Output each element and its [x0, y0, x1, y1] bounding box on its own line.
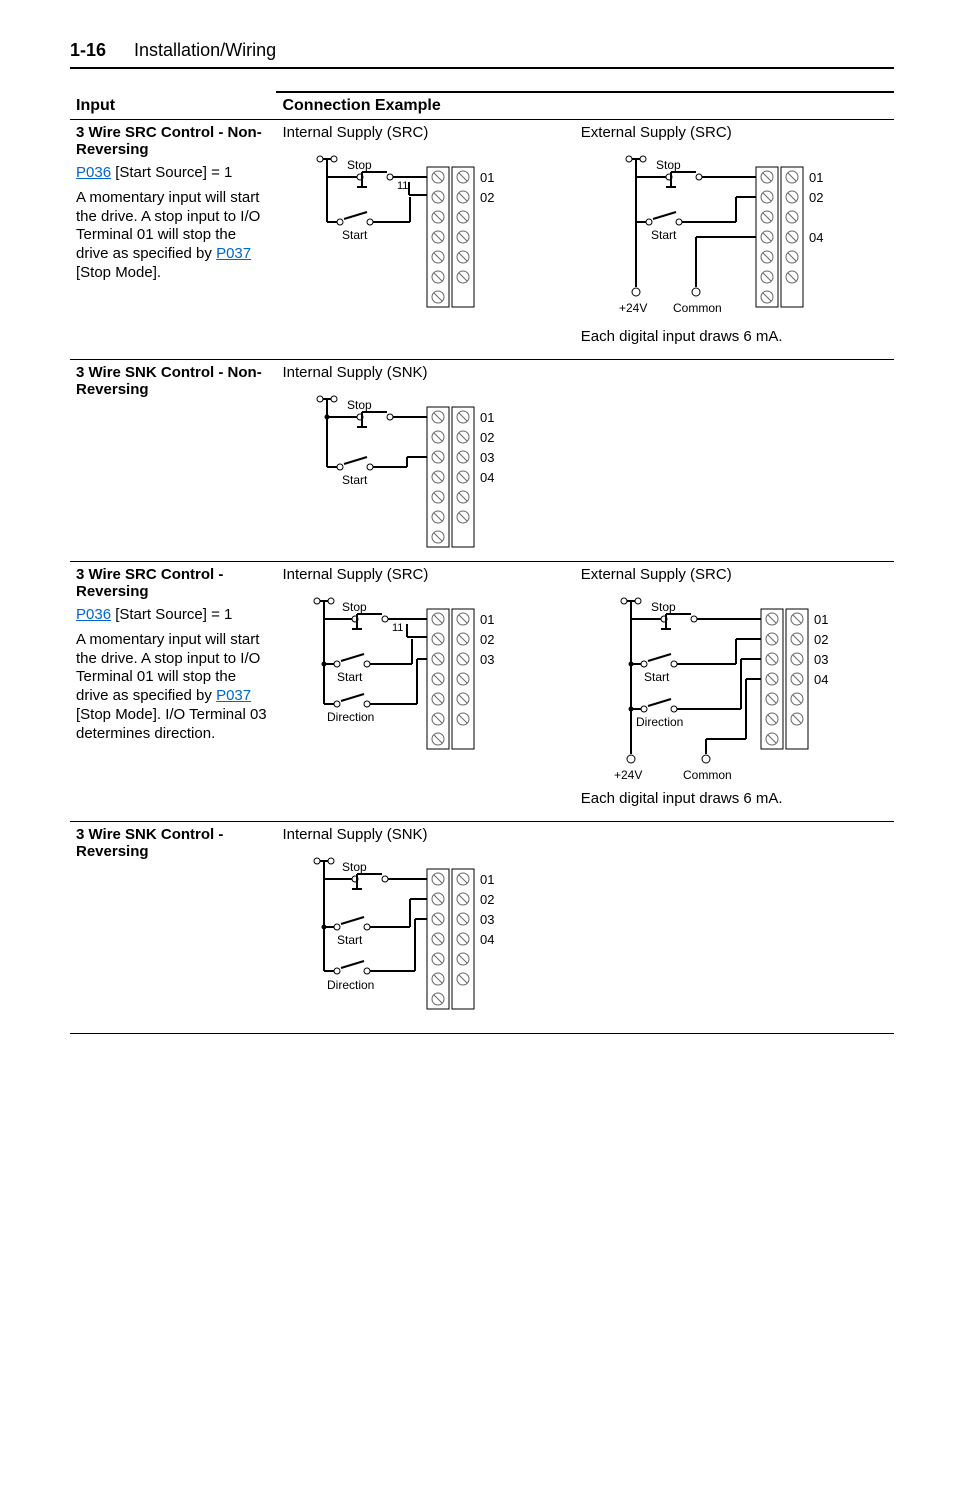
row1-external-label: External Supply (SRC) [581, 124, 888, 141]
row1-link-after: [Start Source] = 1 [111, 164, 232, 181]
start-label-3e: Start [644, 670, 670, 684]
row1-param: P036 [Start Source] = 1 [76, 164, 270, 183]
r3e-t02: 02 [814, 632, 828, 647]
row2-internal-label: Internal Supply (SNK) [282, 364, 888, 381]
r2-t04: 04 [480, 470, 494, 485]
r4-t02: 02 [480, 892, 494, 907]
row4-title: 3 Wire SNK Control - Reversing [76, 826, 270, 860]
r3-t01: 01 [480, 612, 494, 627]
row3-external-diagram: 01 02 03 04 +24V [581, 589, 861, 784]
start-label-2i: Start [342, 473, 368, 487]
term-02: 02 [480, 190, 494, 205]
stop-label-3e: Stop [651, 600, 676, 614]
r2-t01: 01 [480, 410, 494, 425]
start-label-1i: Start [342, 228, 368, 242]
v24-3e: +24V [614, 768, 642, 782]
row1-input-cell: 3 Wire SRC Control - Non-Reversing P036 … [70, 120, 276, 360]
r4-t03: 03 [480, 912, 494, 927]
eleven-1i: 11 [397, 180, 408, 192]
row1-desc-after: [Stop Mode]. [76, 264, 161, 281]
dir-label-3e: Direction [636, 715, 683, 729]
ext-term-04: 04 [809, 230, 823, 245]
common-3e: Common [683, 768, 732, 782]
ext-term-01: 01 [809, 170, 823, 185]
row1-title: 3 Wire SRC Control - Non-Reversing [76, 124, 270, 158]
row3-link-P037[interactable]: P037 [216, 687, 251, 704]
wiring-table: Input Connection Example 3 Wire SRC Cont… [70, 91, 894, 1034]
row3-internal-cell: Internal Supply (SRC) [276, 562, 574, 822]
row4-input-cell: 3 Wire SNK Control - Reversing [70, 822, 276, 1034]
row3-title: 3 Wire SRC Control - Reversing [76, 566, 270, 600]
r4-t01: 01 [480, 872, 494, 887]
row1-internal-label: Internal Supply (SRC) [282, 124, 568, 141]
page-header: 1-16 Installation/Wiring [70, 40, 894, 69]
start-label-4i: Start [337, 933, 363, 947]
common-1e: Common [673, 301, 722, 315]
row3-external-cell: External Supply (SRC) [575, 562, 894, 822]
r3e-t01: 01 [814, 612, 828, 627]
row3-internal-diagram: 01 02 03 Stop 11 [282, 589, 512, 769]
r2-t03: 03 [480, 450, 494, 465]
row1-link-P037[interactable]: P037 [216, 245, 251, 262]
stop-label-1i: Stop [347, 158, 372, 172]
row3-desc-after: [Stop Mode]. I/O Terminal 03 determines … [76, 706, 267, 742]
eleven-3i: 11 [392, 622, 403, 634]
ext-term-02: 02 [809, 190, 823, 205]
start-label-1e: Start [651, 228, 677, 242]
r4-t04: 04 [480, 932, 494, 947]
r2-t02: 02 [480, 430, 494, 445]
r3e-t04: 04 [814, 672, 828, 687]
dir-label-3i: Direction [327, 710, 374, 724]
row1-internal-cell: Internal Supply (SRC) [276, 120, 574, 360]
row2-internal-cell: Internal Supply (SNK) [276, 360, 894, 562]
row2-internal-diagram: 01 02 03 04 Stop [282, 387, 512, 557]
th-connection: Connection Example [276, 92, 894, 120]
row2-title: 3 Wire SNK Control - Non-Reversing [76, 364, 270, 398]
row1-link-P036[interactable]: P036 [76, 164, 111, 181]
r3-t03: 03 [480, 652, 494, 667]
page-title: Installation/Wiring [134, 40, 276, 61]
row3-input-cell: 3 Wire SRC Control - Reversing P036 [Sta… [70, 562, 276, 822]
row3-desc: A momentary input will start the drive. … [76, 631, 270, 744]
dir-label-4i: Direction [327, 978, 374, 992]
row3-link-P036[interactable]: P036 [76, 606, 111, 623]
row1-desc: A momentary input will start the drive. … [76, 189, 270, 283]
stop-label-1e: Stop [656, 158, 681, 172]
row3-internal-label: Internal Supply (SRC) [282, 566, 568, 583]
row1-external-cell: External Supply (SRC) [575, 120, 894, 360]
page-number: 1-16 [70, 40, 106, 61]
stop-label-3i: Stop [342, 600, 367, 614]
r3e-t03: 03 [814, 652, 828, 667]
term-01: 01 [480, 170, 494, 185]
page: 1-16 Installation/Wiring Input Connectio… [0, 0, 954, 1074]
row1-ext-note: Each digital input draws 6 mA. [581, 328, 888, 345]
row3-ext-note: Each digital input draws 6 mA. [581, 790, 888, 807]
row4-internal-cell: Internal Supply (SNK) [276, 822, 894, 1034]
row2-input-cell: 3 Wire SNK Control - Non-Reversing [70, 360, 276, 562]
th-input: Input [70, 92, 276, 120]
v24-1e: +24V [619, 301, 647, 315]
start-label-3i: Start [337, 670, 363, 684]
row3-link-after: [Start Source] = 1 [111, 606, 232, 623]
stop-label-2i: Stop [347, 398, 372, 412]
row4-internal-diagram: 01 02 03 04 Stop [282, 849, 512, 1029]
stop-label-4i: Stop [342, 860, 367, 874]
row3-external-label: External Supply (SRC) [581, 566, 888, 583]
r3-t02: 02 [480, 632, 494, 647]
row3-param: P036 [Start Source] = 1 [76, 606, 270, 625]
row4-internal-label: Internal Supply (SNK) [282, 826, 888, 843]
row1-internal-diagram: 01 02 Stop 11 [282, 147, 512, 317]
row1-external-diagram: 01 02 04 +24V [581, 147, 861, 322]
